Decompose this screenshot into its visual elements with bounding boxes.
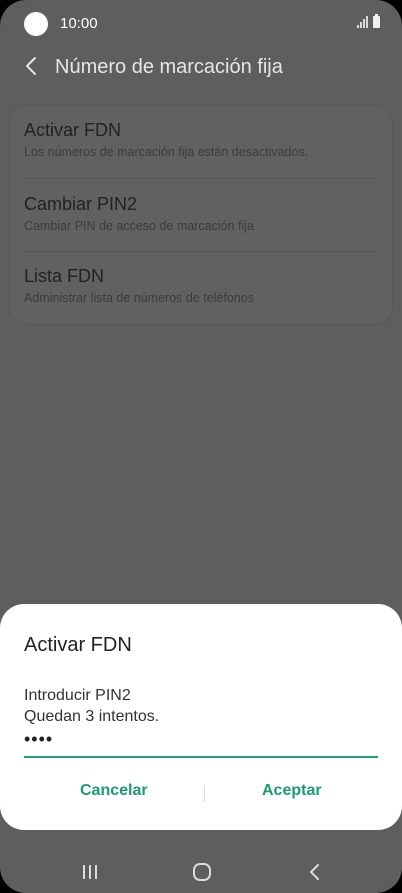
- button-divider: [204, 786, 205, 802]
- dialog-message: Introducir PIN2 Quedan 3 intentos.: [24, 685, 159, 727]
- recent-apps-icon[interactable]: [78, 860, 102, 884]
- settings-item-subtitle: Los números de marcación fija están desa…: [24, 145, 309, 159]
- settings-item-subtitle: Cambiar PIN de acceso de marcación fija: [24, 219, 254, 233]
- dialog-message-line2: Quedan 3 intentos.: [24, 708, 160, 725]
- settings-card: Activar FDN Los números de marcación fij…: [10, 106, 392, 324]
- settings-item-title: Cambiar PIN2: [24, 194, 138, 214]
- settings-item-title: Lista FDN: [24, 266, 105, 286]
- settings-item-lista-fdn[interactable]: Lista FDN Administrar lista de números d…: [24, 266, 378, 305]
- pin-dialog: Activar FDN Introducir PIN2 Quedan 3 int…: [0, 604, 402, 830]
- battery-icon: [373, 14, 380, 28]
- divider: [24, 251, 378, 252]
- accept-button[interactable]: Aceptar: [262, 782, 322, 800]
- signal-icon: [357, 16, 368, 28]
- dialog-title: Activar FDN: [24, 634, 132, 656]
- back-icon[interactable]: [303, 860, 327, 884]
- status-time: 10:00: [60, 15, 98, 32]
- home-icon[interactable]: [190, 860, 214, 884]
- settings-item-cambiar-pin2[interactable]: Cambiar PIN2 Cambiar PIN de acceso de ma…: [24, 194, 378, 233]
- dialog-message-line1: Introducir PIN2: [24, 687, 131, 704]
- settings-item-subtitle: Administrar lista de números de teléfono…: [24, 291, 254, 305]
- phone-screen: 10:00 Número de marcación fija Activar F…: [0, 0, 402, 893]
- pin-input-underline: [24, 756, 378, 758]
- settings-item-activar-fdn[interactable]: Activar FDN Los números de marcación fij…: [24, 120, 378, 159]
- cancel-button[interactable]: Cancelar: [80, 782, 148, 800]
- pin-input[interactable]: ••••: [24, 729, 53, 750]
- page-title: Número de marcación fija: [55, 56, 283, 78]
- divider: [24, 178, 378, 179]
- chevron-left-icon[interactable]: [20, 54, 44, 78]
- app-header: Número de marcación fija: [0, 48, 402, 88]
- settings-item-title: Activar FDN: [24, 120, 122, 140]
- camera-cutout-icon: [24, 12, 48, 36]
- status-icons: [357, 14, 380, 28]
- navigation-bar: [0, 850, 402, 893]
- status-bar: 10:00: [0, 0, 402, 48]
